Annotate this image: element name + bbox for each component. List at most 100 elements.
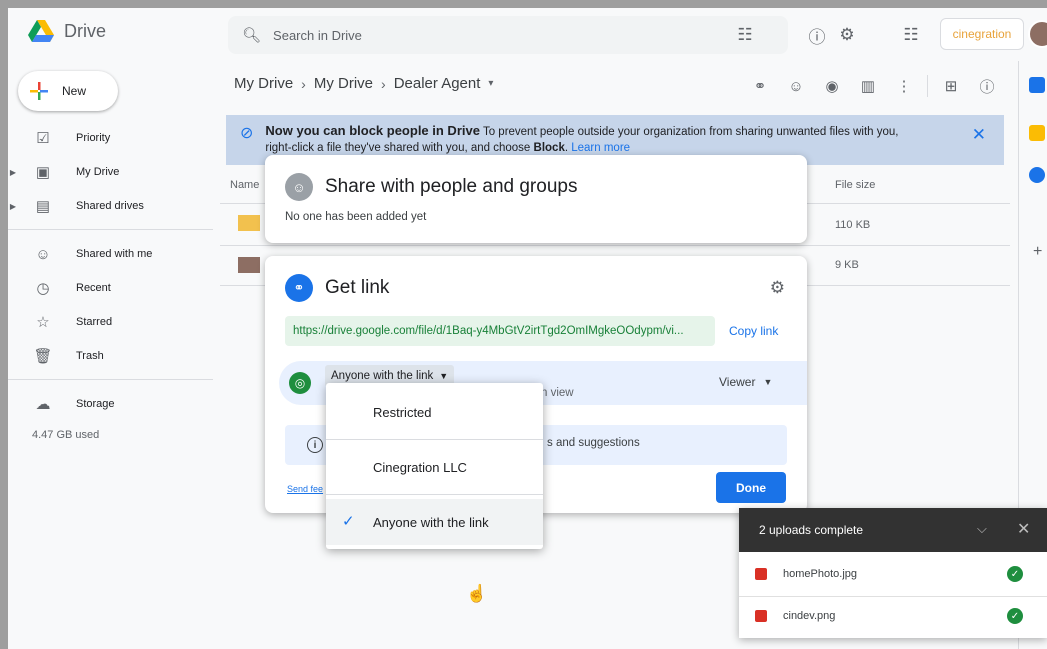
menu-item-label: Anyone with the link [373, 514, 489, 530]
close-icon[interactable]: ✕ [972, 125, 986, 145]
image-file-icon [755, 610, 767, 622]
app-name: Drive [64, 20, 107, 41]
caret-down-icon[interactable]: ▾ [488, 78, 493, 89]
more-vert-icon[interactable]: ⋮ [891, 73, 917, 99]
add-person-icon: ☺ [285, 173, 313, 201]
tasks-icon[interactable] [1029, 167, 1045, 183]
search-bar[interactable]: 🔍︎ Search in Drive [228, 16, 788, 54]
column-header-size[interactable]: File size [835, 179, 875, 191]
upload-item[interactable]: homePhoto.jpg ✓ [739, 554, 1047, 594]
sidebar: New ☑ Priority ▶ ▣ My Drive ▶ ▤ Shared d… [8, 61, 220, 649]
breadcrumb-item[interactable]: My Drive [314, 75, 373, 92]
share-dialog-title[interactable]: Share with people and groups [325, 176, 577, 198]
help-icon[interactable]: ⓘ [806, 24, 828, 47]
search-options-icon[interactable]: ☷ [734, 24, 756, 46]
add-addon-icon[interactable]: + [1033, 243, 1042, 261]
upload-file-name: cindev.png [783, 610, 836, 622]
sidebar-item-recent[interactable]: ◷ Recent [8, 273, 220, 303]
check-icon: ✓ [342, 513, 355, 530]
breadcrumb-current[interactable]: Dealer Agent [394, 75, 481, 92]
sidebar-item-storage[interactable]: ☁ Storage [8, 389, 220, 419]
file-thumbnail[interactable] [238, 215, 260, 231]
storage-used-text: 4.47 GB used [32, 429, 100, 441]
avatar[interactable] [1028, 20, 1047, 48]
file-size: 110 KB [835, 219, 871, 231]
search-input[interactable]: Search in Drive [273, 28, 362, 43]
menu-item-organization[interactable]: Cinegration LLC [326, 444, 543, 490]
upload-item[interactable]: cindev.png ✓ [739, 596, 1047, 636]
access-description: n view [541, 387, 574, 399]
info-icon[interactable]: ⓘ [974, 73, 1000, 99]
uploads-header: 2 uploads complete [739, 508, 1047, 552]
globe-icon: ◎ [289, 372, 311, 394]
add-person-icon[interactable]: ☺ [783, 73, 809, 99]
expand-arrow-icon[interactable]: ▶ [8, 202, 18, 211]
check-circle-icon: ✓ [1007, 608, 1023, 624]
banner-body: right-click a file they've shared with y… [265, 142, 534, 154]
file-thumbnail[interactable] [238, 257, 260, 273]
menu-item-anyone-with-link[interactable]: ✓ Anyone with the link [326, 499, 543, 545]
banner-title: Now you can block people in Drive [265, 123, 480, 138]
upload-file-name: homePhoto.jpg [783, 568, 857, 580]
top-bar: Drive 🔍︎ Search in Drive ☷ ⓘ ⚙ ☷ cinegra… [8, 8, 1047, 61]
share-people-dialog: ☺ Share with people and groups No one ha… [265, 155, 807, 243]
sidebar-item-label: Starred [76, 316, 113, 328]
sidebar-item-shared-drives[interactable]: ▶ ▤ Shared drives [8, 191, 220, 221]
trash-icon[interactable]: ▥ [855, 73, 881, 99]
send-feedback-link[interactable]: Send fee [287, 484, 323, 494]
copy-link-button[interactable]: Copy link [729, 324, 778, 338]
block-icon: ⊘ [240, 125, 254, 142]
menu-divider [326, 494, 543, 495]
link-icon[interactable]: ⚭ [747, 73, 773, 99]
drive-logo[interactable]: Drive [28, 20, 106, 42]
banner-block-word: Block [533, 142, 565, 154]
sidebar-item-trash[interactable]: 🗑︎ Trash [8, 341, 220, 371]
share-dialog-subtitle: No one has been added yet [285, 211, 427, 223]
apps-grid-icon[interactable]: ☷ [900, 24, 922, 46]
breadcrumb-item[interactable]: My Drive [234, 75, 293, 92]
sidebar-item-shared-with-me[interactable]: ☺ Shared with me [8, 239, 220, 269]
hand-cursor-icon: ☝ [466, 584, 488, 603]
check-circle-icon: ✓ [1007, 566, 1023, 582]
plus-icon [30, 82, 48, 100]
caret-down-icon: ▼ [439, 371, 449, 381]
sidebar-item-priority[interactable]: ☑ Priority [8, 123, 220, 153]
sidebar-item-label: Recent [76, 282, 111, 294]
uploads-header-text: 2 uploads complete [759, 523, 864, 537]
settings-gear-icon[interactable]: ⚙ [770, 278, 785, 298]
close-icon[interactable]: ✕ [1017, 519, 1030, 539]
column-header-name[interactable]: Name [230, 179, 259, 191]
get-link-title: Get link [325, 277, 390, 298]
clock-icon: ◷ [36, 280, 50, 297]
calendar-icon[interactable] [1029, 77, 1045, 93]
learn-more-link[interactable]: Learn more [571, 142, 630, 154]
keep-icon[interactable] [1029, 125, 1045, 141]
chevron-down-icon[interactable]: ⌵ [977, 521, 987, 537]
shared-drives-icon: ▤ [35, 198, 51, 215]
done-button[interactable]: Done [716, 472, 786, 503]
role-select[interactable]: Viewer ▼ [719, 375, 772, 389]
preview-eye-icon[interactable]: ◉ [819, 73, 845, 99]
toolbar: ⚭ ☺ ◉ ▥ ⋮ ⊞ ⓘ [747, 73, 1000, 99]
sidebar-item-label: Priority [76, 132, 111, 144]
drive-logo-icon [28, 20, 54, 42]
access-dropdown-menu: Restricted Cinegration LLC ✓ Anyone with… [326, 383, 543, 549]
sidebar-divider [8, 379, 213, 380]
star-icon: ☆ [36, 314, 50, 331]
search-icon[interactable]: 🔍︎ [242, 26, 261, 44]
new-button[interactable]: New [18, 71, 118, 111]
info-icon: i [307, 437, 323, 453]
uploads-panel: 2 uploads complete ⌵ ✕ homePhoto.jpg ✓ c… [739, 508, 1047, 638]
toolbar-divider [927, 75, 928, 97]
settings-gear-icon[interactable]: ⚙ [836, 24, 858, 46]
sidebar-item-my-drive[interactable]: ▶ ▣ My Drive [8, 157, 220, 187]
sidebar-item-label: Storage [76, 398, 115, 410]
sidebar-item-label: Trash [76, 350, 104, 362]
expand-arrow-icon[interactable]: ▶ [8, 168, 18, 177]
sidebar-item-starred[interactable]: ☆ Starred [8, 307, 220, 337]
brand-logo[interactable]: cinegration [940, 18, 1024, 50]
grid-view-icon[interactable]: ⊞ [938, 73, 964, 99]
share-url-field[interactable]: https://drive.google.com/file/d/1Baq-y4M… [285, 316, 715, 346]
image-file-icon [755, 568, 767, 580]
menu-item-restricted[interactable]: Restricted [326, 389, 543, 435]
